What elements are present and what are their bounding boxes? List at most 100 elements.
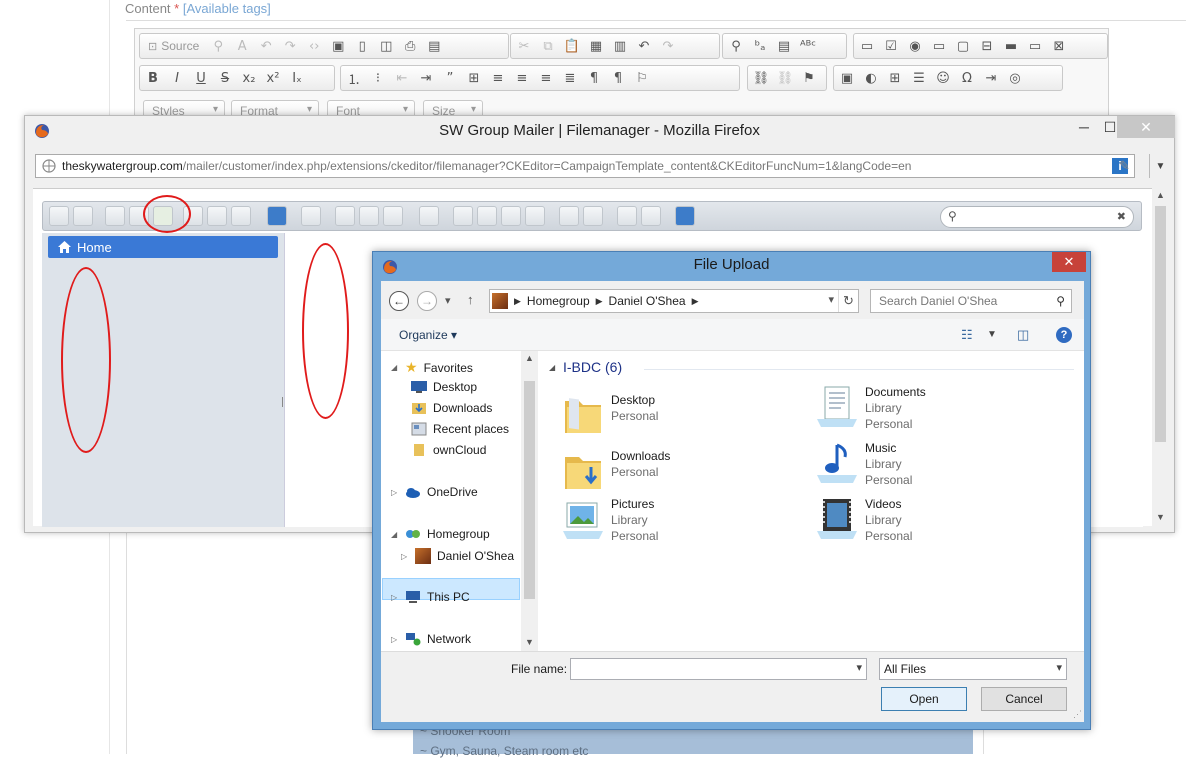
unlink-icon[interactable]: ⛓ — [776, 69, 794, 87]
iframe-icon[interactable]: ◎ — [1006, 69, 1024, 87]
collapsed-arrow-icon[interactable]: ▷ — [391, 593, 399, 602]
group-header[interactable]: I-BDC (6) — [563, 359, 622, 375]
nav-owncloud[interactable]: ownCloud — [411, 443, 486, 457]
find-icon[interactable]: ⚲ — [209, 37, 227, 55]
ltr-icon[interactable]: ¶ — [585, 69, 603, 87]
collapsed-arrow-icon[interactable]: ▷ — [391, 488, 399, 497]
link-icon[interactable]: ⛓ — [752, 69, 770, 87]
language-icon[interactable]: ⚐ — [633, 69, 651, 87]
radio-icon[interactable]: ◉ — [906, 37, 924, 55]
redo-history-icon[interactable]: ↷ — [281, 37, 299, 55]
menu-dropdown-icon[interactable]: ▼ — [1149, 154, 1171, 178]
select-icon[interactable] — [231, 206, 251, 226]
undo-icon[interactable]: ↶ — [635, 37, 653, 55]
anchor-icon[interactable]: ⚑ — [800, 69, 818, 87]
underline-icon[interactable]: U — [192, 69, 210, 87]
align-right-icon[interactable]: ≡ — [537, 69, 555, 87]
indent-icon[interactable]: ⇥ — [417, 69, 435, 87]
preview-pane-icon[interactable]: ◫ — [1017, 327, 1029, 343]
select-all-icon[interactable]: ▤ — [775, 37, 793, 55]
bold-icon[interactable]: B — [144, 69, 162, 87]
button-field-icon[interactable]: ▬ — [1002, 37, 1020, 55]
chevron-down-icon[interactable]: ▾ — [856, 661, 862, 674]
outdent-icon[interactable]: ⇤ — [393, 69, 411, 87]
rename-icon[interactable] — [477, 206, 497, 226]
textarea-icon[interactable]: ▢ — [954, 37, 972, 55]
scroll-down-icon[interactable]: ▼ — [1156, 512, 1165, 522]
refresh-icon[interactable]: ↻ — [838, 290, 858, 312]
address-bar[interactable]: ▶ Homegroup ▶ Daniel O'Shea ▶ ▾ ↻ — [489, 289, 859, 313]
change-view-icon[interactable]: ☷ — [961, 327, 973, 343]
strike-icon[interactable]: S — [216, 69, 234, 87]
view-dropdown-icon[interactable]: ▼ — [987, 329, 997, 340]
resize-icon[interactable] — [525, 206, 545, 226]
reload-icon[interactable] — [105, 206, 125, 226]
help-icon[interactable] — [675, 206, 695, 226]
forward-icon[interactable] — [73, 206, 93, 226]
back-arrow-icon[interactable]: ← — [389, 291, 409, 311]
cut-icon[interactable]: ✂ — [515, 37, 533, 55]
paste-file-icon[interactable] — [383, 206, 403, 226]
navpane-scrollbar[interactable]: ▲ ▼ — [521, 351, 538, 651]
remove-format-icon[interactable]: Iₓ — [288, 69, 306, 87]
scrollbar-thumb[interactable] — [1155, 206, 1166, 442]
page-scrollbar[interactable]: ▲ ▼ — [1152, 188, 1168, 526]
align-left-icon[interactable]: ≡ — [489, 69, 507, 87]
delete-icon[interactable] — [419, 206, 439, 226]
scroll-up-icon[interactable]: ▲ — [1156, 190, 1165, 200]
group-collapse-icon[interactable]: ◢ — [549, 363, 555, 372]
extract-icon[interactable] — [559, 206, 579, 226]
div-container-icon[interactable]: ⊞ — [465, 69, 483, 87]
undo-history-icon[interactable]: ↶ — [257, 37, 275, 55]
help-icon[interactable]: ? — [1056, 327, 1072, 343]
textfield-icon[interactable]: ▭ — [930, 37, 948, 55]
back-icon[interactable] — [49, 206, 69, 226]
hidden-field-icon[interactable]: ⊠ — [1050, 37, 1068, 55]
scroll-up-icon[interactable]: ▲ — [525, 353, 534, 363]
nav-favorites[interactable]: ◢ ★ Favorites — [391, 359, 473, 376]
file-name-input[interactable]: ▾ — [570, 658, 867, 680]
paste-word-icon[interactable]: ▥ — [611, 37, 629, 55]
resize-grip-icon[interactable]: ⋰ — [1073, 709, 1082, 720]
paste-icon[interactable]: 📋 — [563, 37, 581, 55]
file-item-documents[interactable]: Documents Library Personal — [815, 385, 1065, 437]
nav-onedrive[interactable]: ▷ OneDrive — [391, 485, 478, 499]
archive-icon[interactable] — [583, 206, 603, 226]
collapsed-arrow-icon[interactable]: ▷ — [401, 552, 409, 561]
url-bar[interactable]: theskywatergroup.com/mailer/customer/ind… — [35, 154, 1135, 178]
table-icon[interactable]: ⊞ — [886, 69, 904, 87]
align-center-icon[interactable]: ≡ — [513, 69, 531, 87]
collapsed-arrow-icon[interactable]: ▷ — [391, 635, 399, 644]
file-item-music[interactable]: Music Library Personal — [815, 441, 1065, 493]
code-icon[interactable]: ‹› — [305, 37, 323, 55]
image-button-icon[interactable]: ▭ — [1026, 37, 1044, 55]
spell-check-icon[interactable]: ᴬᴮᶜ — [799, 37, 817, 55]
nav-network[interactable]: ▷ Network — [391, 632, 471, 646]
horizontal-rule-icon[interactable]: ☰ — [910, 69, 928, 87]
spellcheck-icon[interactable]: A — [233, 37, 251, 55]
cut-file-icon[interactable] — [359, 206, 379, 226]
copy-icon[interactable]: ⧉ — [539, 37, 557, 55]
subscript-icon[interactable]: x₂ — [240, 69, 258, 87]
recent-locations-icon[interactable]: ▾ — [445, 294, 451, 307]
italic-icon[interactable]: I — [168, 69, 186, 87]
clear-search-icon[interactable]: ✖ — [1117, 210, 1126, 223]
file-item-videos[interactable]: Videos Library Personal — [815, 497, 1065, 549]
nav-downloads[interactable]: Downloads — [411, 401, 492, 415]
view-icon[interactable] — [301, 206, 321, 226]
file-item-downloads[interactable]: Downloads Personal — [561, 449, 811, 501]
download-icon[interactable] — [207, 206, 227, 226]
image-icon[interactable]: ▣ — [838, 69, 856, 87]
chevron-down-icon[interactable]: ▾ — [1056, 661, 1062, 674]
tree-item-home[interactable]: Home — [48, 236, 278, 258]
icons-view-icon[interactable] — [617, 206, 637, 226]
checkbox-icon[interactable]: ☑ — [882, 37, 900, 55]
duplicate-icon[interactable] — [453, 206, 473, 226]
expanded-arrow-icon[interactable]: ◢ — [391, 363, 399, 372]
expanded-arrow-icon[interactable]: ◢ — [391, 530, 399, 539]
address-dropdown-icon[interactable]: ▾ — [828, 293, 834, 306]
scrollbar-thumb[interactable] — [524, 381, 535, 599]
redo-icon[interactable]: ↷ — [659, 37, 677, 55]
preview-icon[interactable]: ◫ — [377, 37, 395, 55]
select-field-icon[interactable]: ⊟ — [978, 37, 996, 55]
